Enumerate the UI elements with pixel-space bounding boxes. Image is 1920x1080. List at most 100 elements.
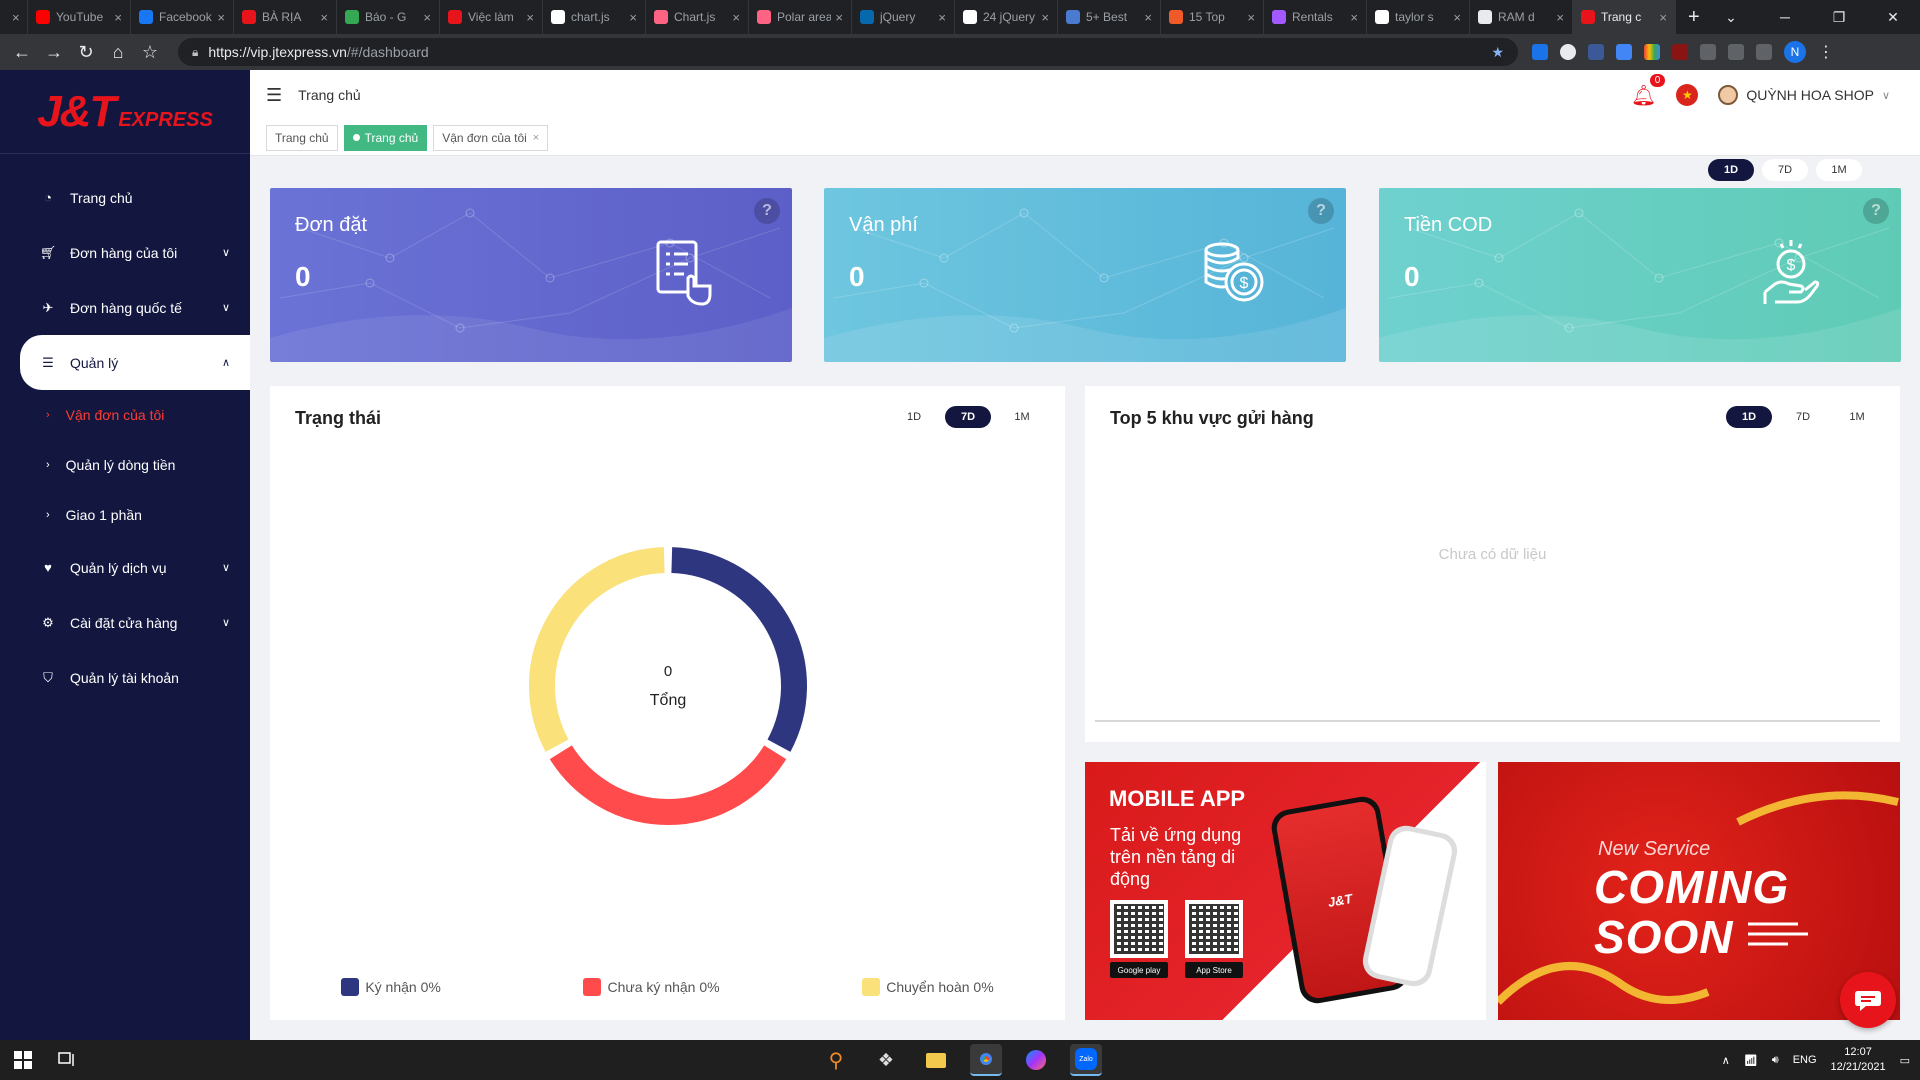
- extension-icon[interactable]: [1560, 44, 1576, 60]
- close-tab-icon[interactable]: ×: [732, 10, 740, 25]
- download-icon[interactable]: [1756, 44, 1772, 60]
- chat-button[interactable]: [1840, 972, 1896, 1028]
- messenger-icon[interactable]: [1020, 1044, 1052, 1076]
- close-icon[interactable]: ×: [533, 132, 539, 144]
- close-tab-icon[interactable]: ×: [1556, 10, 1564, 25]
- browser-tab[interactable]: jQuery ×: [852, 0, 955, 34]
- legend-item-returned[interactable]: Chuyển hoàn 0%: [862, 978, 994, 996]
- submenu-item-partial-delivery[interactable]: › Giao 1 phần: [0, 490, 250, 540]
- file-explorer-icon[interactable]: [920, 1044, 952, 1076]
- crop-icon[interactable]: [1728, 44, 1744, 60]
- bookmark-active-icon[interactable]: ★: [1491, 44, 1504, 61]
- period-1m-button[interactable]: 1M: [999, 406, 1045, 428]
- browser-tab[interactable]: chart.js ×: [543, 0, 646, 34]
- help-icon[interactable]: ?: [1863, 198, 1889, 224]
- close-tab-icon[interactable]: ×: [1144, 10, 1152, 25]
- minimize-icon[interactable]: ─: [1758, 9, 1812, 25]
- sidebar-item-shop-settings[interactable]: ⚙ Cài đặt cửa hàng ∨: [0, 595, 250, 650]
- chevron-up-icon[interactable]: ∧: [1722, 1054, 1730, 1067]
- help-icon[interactable]: ?: [754, 198, 780, 224]
- browser-tab[interactable]: Việc làm ×: [440, 0, 543, 34]
- close-tab-icon[interactable]: ×: [835, 10, 843, 25]
- close-tab-icon[interactable]: ×: [1247, 10, 1255, 25]
- notification-center-icon[interactable]: ▭: [1900, 1054, 1910, 1067]
- breadcrumb-tab-home-active[interactable]: Trang chủ: [343, 124, 428, 151]
- period-1m-button[interactable]: 1M: [1834, 406, 1880, 428]
- period-1d-button[interactable]: 1D: [1726, 406, 1772, 428]
- close-tab-icon[interactable]: ×: [12, 10, 20, 25]
- vietnam-flag-icon[interactable]: ★: [1676, 84, 1699, 106]
- bookmark-star-icon[interactable]: ☆: [134, 42, 166, 63]
- breadcrumb-tab-waybills[interactable]: Vận đơn của tôi ×: [433, 124, 549, 151]
- network-icon[interactable]: 📶︎: [1744, 1054, 1758, 1067]
- close-tab-icon[interactable]: ×: [114, 10, 122, 25]
- sidebar-item-account[interactable]: ⛉ Quản lý tài khoản: [0, 650, 250, 705]
- language-indicator[interactable]: ENG: [1793, 1054, 1817, 1066]
- new-tab-button[interactable]: +: [1688, 6, 1700, 29]
- browser-tab[interactable]: RAM d ×: [1470, 0, 1573, 34]
- restore-icon[interactable]: ❐: [1812, 9, 1866, 26]
- reading-list-icon[interactable]: [1700, 44, 1716, 60]
- sidebar-item-management[interactable]: ☰ Quản lý ∧: [20, 335, 250, 390]
- browser-tab[interactable]: YouTube ×: [28, 0, 131, 34]
- close-tab-icon[interactable]: ×: [1350, 10, 1358, 25]
- legend-item-unsigned[interactable]: Chưa ký nhận 0%: [583, 978, 720, 996]
- period-1d-button[interactable]: 1D: [891, 406, 937, 428]
- task-view-icon[interactable]: [58, 1052, 76, 1068]
- extension-icon[interactable]: [1672, 44, 1688, 60]
- browser-menu-icon[interactable]: ⋮: [1818, 42, 1834, 62]
- close-tab-icon[interactable]: ×: [320, 10, 328, 25]
- breadcrumb-tab-home[interactable]: Trang chủ: [266, 124, 338, 151]
- close-tab-icon[interactable]: ×: [423, 10, 431, 25]
- close-window-icon[interactable]: ✕: [1866, 9, 1920, 26]
- period-1m-button[interactable]: 1M: [1816, 159, 1862, 181]
- browser-tab[interactable]: Polar area ×: [749, 0, 852, 34]
- browser-tab[interactable]: 5+ Best ×: [1058, 0, 1161, 34]
- sidebar-item-international-orders[interactable]: ✈︎ Đơn hàng quốc tế ∨: [0, 280, 250, 335]
- clock[interactable]: 12:07 12/21/2021: [1831, 1045, 1886, 1075]
- game-icon[interactable]: ❖: [870, 1044, 902, 1076]
- browser-tab[interactable]: Rentals ×: [1264, 0, 1367, 34]
- close-tab-icon[interactable]: ×: [1659, 10, 1667, 25]
- browser-tab[interactable]: BÀ RỊA ×: [234, 0, 337, 34]
- jt-express-logo[interactable]: J&T EXPRESS: [0, 70, 250, 154]
- browser-tab[interactable]: 24 jQuery ×: [955, 0, 1058, 34]
- close-tab-icon[interactable]: ×: [1041, 10, 1049, 25]
- browser-tab[interactable]: 15 Top ×: [1161, 0, 1264, 34]
- extension-icon[interactable]: [1644, 44, 1660, 60]
- back-icon[interactable]: ←: [6, 42, 38, 63]
- chrome-icon[interactable]: [970, 1044, 1002, 1076]
- browser-tab[interactable]: Trang c ×: [1573, 0, 1676, 34]
- submenu-item-cash-flow[interactable]: › Quản lý dòng tiền: [0, 440, 250, 490]
- sidebar-item-dashboard[interactable]: ◔ Trang chủ: [0, 170, 250, 225]
- close-tab-icon[interactable]: ×: [1453, 10, 1461, 25]
- legend-item-signed[interactable]: Ký nhận 0%: [341, 978, 441, 996]
- extension-icon[interactable]: [1616, 44, 1632, 60]
- browser-tab[interactable]: ×: [0, 0, 28, 34]
- app-store-badge[interactable]: App Store: [1185, 962, 1243, 978]
- coming-soon-banner[interactable]: New Service COMING SOON: [1498, 762, 1900, 1020]
- close-tab-icon[interactable]: ×: [526, 10, 534, 25]
- windows-start-icon[interactable]: [14, 1051, 32, 1069]
- help-icon[interactable]: ?: [1308, 198, 1334, 224]
- menu-toggle-icon[interactable]: ☰: [266, 85, 282, 106]
- period-7d-button[interactable]: 7D: [945, 406, 991, 428]
- zalo-icon[interactable]: Zalo: [1070, 1044, 1102, 1076]
- browser-tab[interactable]: Facebook ×: [131, 0, 234, 34]
- sidebar-item-services[interactable]: ♥ Quản lý dịch vụ ∨: [0, 540, 250, 595]
- browser-tab[interactable]: taylor s ×: [1367, 0, 1470, 34]
- profile-avatar[interactable]: N: [1784, 41, 1806, 63]
- close-tab-icon[interactable]: ×: [629, 10, 637, 25]
- volume-icon[interactable]: 🔊︎: [1772, 1054, 1779, 1067]
- extension-icon[interactable]: [1588, 44, 1604, 60]
- reload-icon[interactable]: ↻: [70, 42, 102, 63]
- user-menu[interactable]: QUỲNH HOA SHOP ∨: [1718, 85, 1890, 105]
- tab-search-icon[interactable]: ⌄: [1704, 9, 1758, 26]
- period-7d-button[interactable]: 7D: [1762, 159, 1808, 181]
- home-icon[interactable]: ⌂: [102, 42, 134, 63]
- forward-icon[interactable]: →: [38, 42, 70, 63]
- sidebar-item-my-orders[interactable]: 🛒︎ Đơn hàng của tôi ∨: [0, 225, 250, 280]
- extension-icon[interactable]: [1532, 44, 1548, 60]
- close-tab-icon[interactable]: ×: [938, 10, 946, 25]
- submenu-item-my-waybills[interactable]: › Vận đơn của tôi: [0, 390, 250, 440]
